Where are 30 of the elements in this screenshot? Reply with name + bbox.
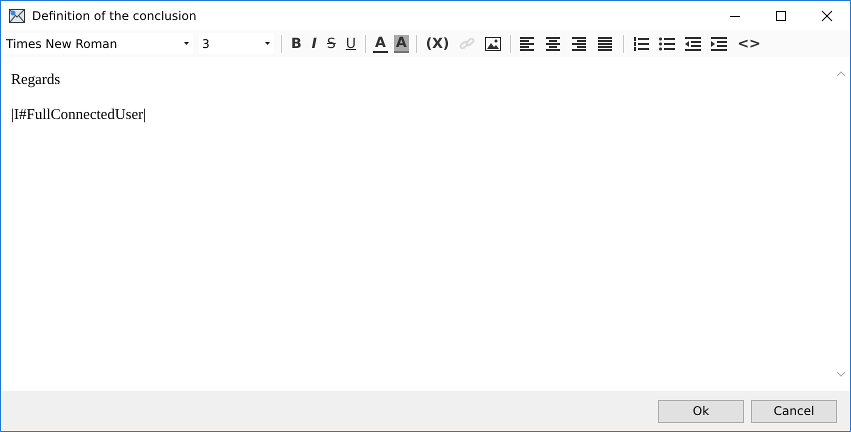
caret-icon <box>184 42 189 45</box>
image-icon[interactable] <box>485 36 502 50</box>
font-dropdown[interactable]: Times New Roman <box>3 33 193 54</box>
justify-icon[interactable] <box>598 36 614 50</box>
align-center-icon[interactable] <box>546 36 562 50</box>
editor-text: |I#FullConnectedUser| <box>11 107 148 124</box>
indent-icon[interactable] <box>711 36 728 50</box>
window-title: Definition of the conclusion <box>32 8 196 22</box>
align-right-icon[interactable] <box>572 36 588 50</box>
outdent-icon[interactable] <box>685 36 702 50</box>
ok-button[interactable]: Ok <box>658 400 744 422</box>
align-left-icon[interactable] <box>520 36 536 50</box>
caret-icon <box>265 42 270 45</box>
strikethrough-button[interactable]: S <box>324 34 338 54</box>
envelope-icon <box>9 8 25 22</box>
text-color-button[interactable]: A <box>373 34 388 52</box>
maximize-icon[interactable] <box>775 10 787 22</box>
bullet-list-icon[interactable] <box>659 36 676 50</box>
size-dropdown[interactable]: 3 <box>199 33 274 54</box>
italic-button[interactable]: I <box>310 34 319 54</box>
numbered-list-icon[interactable] <box>633 36 650 50</box>
bold-button[interactable]: B <box>289 34 304 54</box>
highlight-button[interactable]: A <box>394 34 409 52</box>
cancel-button[interactable]: Cancel <box>751 400 837 422</box>
editor-text: Regards <box>11 72 62 89</box>
close-icon[interactable] <box>821 10 833 22</box>
source-code-button[interactable]: <> <box>735 34 763 54</box>
text-editor[interactable]: Regards |I#FullConnectedUser| <box>1 57 832 391</box>
underline-button[interactable]: U <box>344 34 358 54</box>
variable-button[interactable]: (X) <box>424 34 452 54</box>
